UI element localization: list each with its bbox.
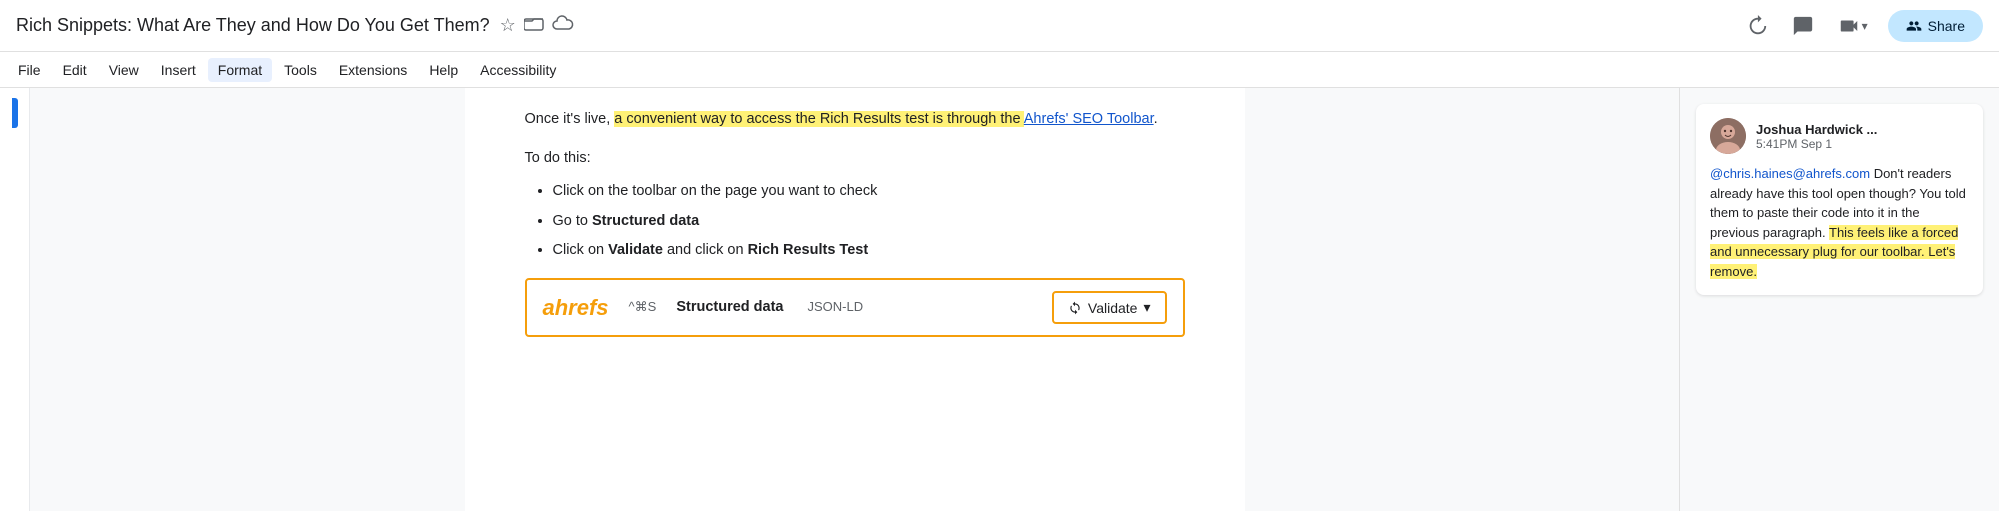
validate-button[interactable]: Validate ▾ xyxy=(1052,291,1167,324)
share-label: Share xyxy=(1928,18,1965,34)
menu-item-edit[interactable]: Edit xyxy=(53,58,97,82)
document-title: Rich Snippets: What Are They and How Do … xyxy=(16,15,490,36)
comment-email[interactable]: @chris.haines@ahrefs.com xyxy=(1710,166,1870,181)
comment-author-info: Joshua Hardwick ... 5:41PM Sep 1 xyxy=(1756,122,1877,151)
comment-panel: Joshua Hardwick ... 5:41PM Sep 1 @chris.… xyxy=(1679,88,1999,511)
menu-item-extensions[interactable]: Extensions xyxy=(329,58,417,82)
comment-header: Joshua Hardwick ... 5:41PM Sep 1 xyxy=(1710,118,1969,154)
main-area: Once it's live, a convenient way to acce… xyxy=(0,88,1999,511)
bullet-item-3-validate: Validate xyxy=(608,242,663,258)
avatar-image xyxy=(1710,118,1746,154)
menu-item-help[interactable]: Help xyxy=(419,58,468,82)
comment-timestamp: 5:41PM Sep 1 xyxy=(1756,137,1877,151)
intro-paragraph: Once it's live, a convenient way to acce… xyxy=(525,108,1185,131)
star-icon[interactable]: ☆ xyxy=(500,15,516,36)
validate-label: Validate xyxy=(1088,300,1138,316)
comment-body: @chris.haines@ahrefs.com Don't readers a… xyxy=(1710,164,1969,281)
structured-data-label: Structured data xyxy=(676,296,783,319)
ahrefs-toolbar-card: ahrefs ^⌘S Structured data JSON-LD Valid… xyxy=(525,278,1185,337)
share-button[interactable]: Share xyxy=(1888,10,1983,42)
bullet-item-2-prefix: Go to xyxy=(553,213,593,229)
menu-item-tools[interactable]: Tools xyxy=(274,58,327,82)
bullet-item-1: Click on the toolbar on the page you wan… xyxy=(553,183,878,199)
document-area: Once it's live, a convenient way to acce… xyxy=(30,88,1679,511)
menu-item-insert[interactable]: Insert xyxy=(151,58,206,82)
intro-text-before: Once it's live, xyxy=(525,111,615,127)
menu-bar: File Edit View Insert Format Tools Exten… xyxy=(0,52,1999,88)
bullet-list: Click on the toolbar on the page you wan… xyxy=(553,180,1185,262)
menu-item-view[interactable]: View xyxy=(99,58,149,82)
to-do-label: To do this: xyxy=(525,147,1185,170)
json-ld-label: JSON-LD xyxy=(808,297,864,318)
validate-dropdown-icon: ▾ xyxy=(1143,299,1150,316)
menu-item-format[interactable]: Format xyxy=(208,58,272,82)
intro-highlight: a convenient way to access the Rich Resu… xyxy=(614,111,1023,127)
sidebar-indicator xyxy=(12,98,18,128)
ahrefs-logo: ahrefs xyxy=(543,290,609,325)
ahrefs-shortcut: ^⌘S xyxy=(629,297,657,318)
document-content: Once it's live, a convenient way to acce… xyxy=(525,108,1185,337)
title-bar: Rich Snippets: What Are They and How Do … xyxy=(0,0,1999,52)
menu-item-file[interactable]: File xyxy=(8,58,51,82)
bullet-item-3-rich: Rich Results Test xyxy=(748,242,869,258)
comment-author-name: Joshua Hardwick ... xyxy=(1756,122,1877,137)
document-page: Once it's live, a convenient way to acce… xyxy=(465,88,1245,511)
ahrefs-seo-toolbar-link[interactable]: Ahrefs' SEO Toolbar xyxy=(1024,111,1154,127)
intro-period: . xyxy=(1154,111,1158,127)
history-button[interactable] xyxy=(1742,11,1772,41)
list-item: Go to Structured data xyxy=(553,210,1185,233)
bullet-item-3-mid: and click on xyxy=(663,242,748,258)
comment-card: Joshua Hardwick ... 5:41PM Sep 1 @chris.… xyxy=(1696,104,1983,295)
comment-button[interactable] xyxy=(1788,11,1818,41)
title-icons: ☆ xyxy=(500,15,574,36)
menu-item-accessibility[interactable]: Accessibility xyxy=(470,58,566,82)
title-left: Rich Snippets: What Are They and How Do … xyxy=(16,15,574,36)
video-button[interactable]: ▾ xyxy=(1834,11,1872,41)
avatar xyxy=(1710,118,1746,154)
list-item: Click on the toolbar on the page you wan… xyxy=(553,180,1185,203)
folder-icon[interactable] xyxy=(524,15,544,36)
title-right: ▾ Share xyxy=(1742,10,1983,42)
left-sidebar xyxy=(0,88,30,511)
bullet-item-2-bold: Structured data xyxy=(592,213,699,229)
bullet-item-3-prefix: Click on xyxy=(553,242,609,258)
list-item: Click on Validate and click on Rich Resu… xyxy=(553,239,1185,262)
cloud-icon[interactable] xyxy=(552,15,574,36)
